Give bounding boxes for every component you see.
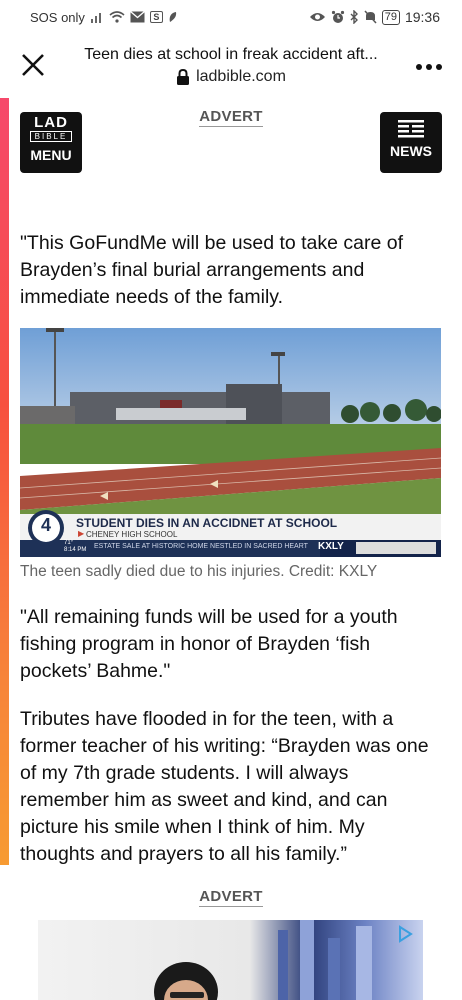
status-bar: SOS only S 79 19:36 bbox=[0, 0, 462, 34]
clock-text: 19:36 bbox=[404, 9, 440, 25]
ad-choices-icon[interactable] bbox=[395, 924, 415, 949]
leaf-icon bbox=[168, 11, 178, 23]
video-temp: 71° bbox=[64, 540, 74, 546]
carrier-text: SOS only bbox=[30, 9, 85, 25]
news-button[interactable]: NEWS bbox=[380, 112, 442, 173]
browser-bar: Teen dies at school in freak accident af… bbox=[0, 34, 462, 98]
news-label: NEWS bbox=[390, 143, 432, 159]
url-area[interactable]: Teen dies at school in freak accident af… bbox=[66, 46, 396, 86]
wifi-icon bbox=[109, 11, 125, 23]
lock-icon bbox=[176, 68, 190, 85]
advertisement-banner[interactable] bbox=[38, 920, 423, 1000]
article-image[interactable]: 4 STUDENT DIES IN AN ACCIDNET AT SCHOOL … bbox=[20, 328, 441, 557]
status-left: SOS only S bbox=[30, 10, 178, 25]
advert-text-bottom: ADVERT bbox=[199, 888, 263, 907]
image-caption: The teen sadly died due to his injuries.… bbox=[20, 563, 378, 580]
alarm-icon bbox=[331, 10, 345, 24]
advert-text: ADVERT bbox=[199, 108, 263, 127]
close-icon[interactable] bbox=[20, 52, 46, 78]
signal-icon bbox=[90, 11, 104, 23]
sponsor-logos bbox=[356, 542, 436, 554]
video-headline: STUDENT DIES IN AN ACCIDNET AT SCHOOL bbox=[76, 516, 338, 530]
s-app-icon: S bbox=[149, 11, 163, 23]
video-channel: KXLY bbox=[318, 541, 344, 552]
url-domain-row: ladbible.com bbox=[66, 68, 396, 86]
battery-icon: 79 bbox=[381, 9, 400, 25]
video-time: 8:14 PM bbox=[64, 547, 87, 553]
logo-line1: LAD bbox=[34, 114, 68, 131]
ladbible-menu-button[interactable]: LAD BIBLE MENU bbox=[20, 112, 82, 173]
article-paragraph-1: "This GoFundMe will be used to take care… bbox=[20, 232, 404, 308]
play-marker-icon: ▶ bbox=[78, 529, 85, 538]
more-options-icon[interactable] bbox=[416, 64, 442, 70]
article-paragraph-2: "All remaining funds will be used for a … bbox=[20, 606, 398, 682]
domain-text: ladbible.com bbox=[196, 68, 286, 85]
status-right: 79 19:36 bbox=[309, 9, 440, 25]
mute-icon bbox=[364, 10, 377, 24]
bluetooth-icon bbox=[350, 10, 359, 24]
page-title: Teen dies at school in freak accident af… bbox=[84, 46, 378, 63]
menu-label: MENU bbox=[30, 147, 72, 163]
advert-label-bottom: ADVERT bbox=[0, 888, 462, 907]
article-paragraph-3: Tributes have flooded in for the teen, w… bbox=[20, 708, 429, 865]
video-ticker: ESTATE SALE AT HISTORIC HOME NESTLED IN … bbox=[94, 543, 308, 550]
accent-strip bbox=[0, 98, 9, 865]
mail-icon bbox=[129, 11, 145, 23]
newspaper-icon bbox=[380, 120, 442, 138]
video-subline: CHENEY HIGH SCHOOL bbox=[86, 530, 178, 539]
kxly-channel-number: 4 bbox=[40, 515, 51, 535]
logo-line2: BIBLE bbox=[30, 131, 72, 142]
eye-icon bbox=[309, 11, 326, 23]
